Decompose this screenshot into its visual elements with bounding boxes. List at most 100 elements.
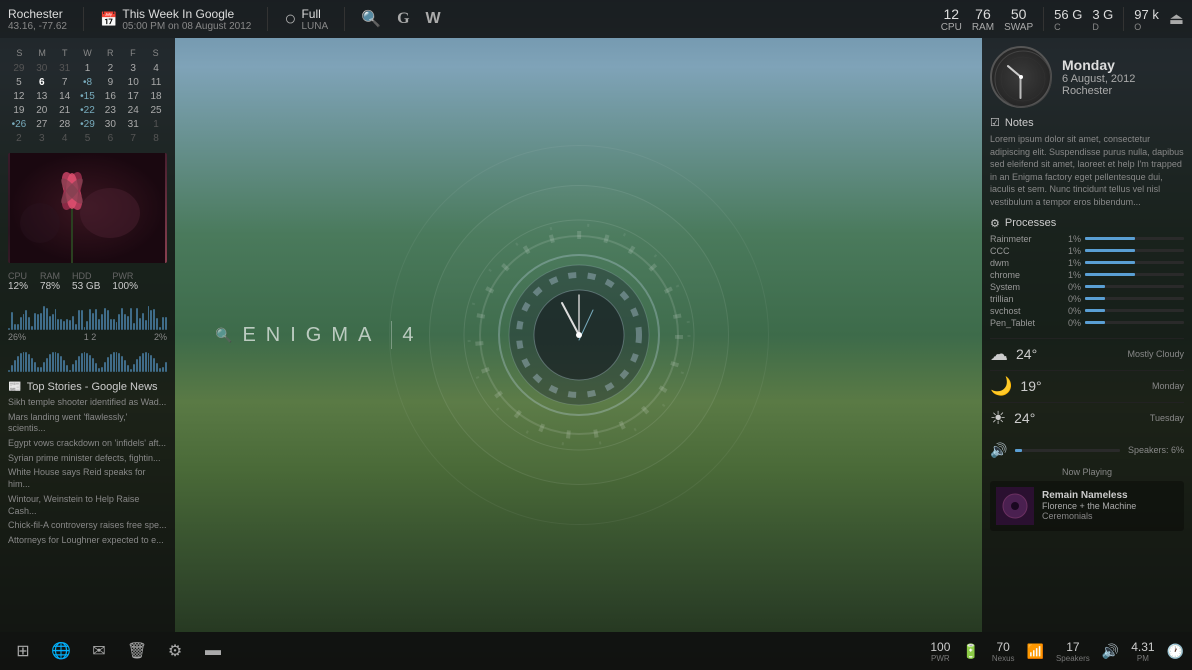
ram-stat: RAM 78%: [40, 271, 60, 292]
volume-bar[interactable]: [1015, 449, 1120, 452]
now-playing-label: Now Playing: [990, 467, 1184, 477]
news-item[interactable]: Egypt vows crackdown on 'infidels' aft..…: [8, 438, 167, 450]
wave-bar: [107, 310, 109, 330]
wave-bar: [89, 355, 91, 372]
wave-bar: [159, 327, 161, 330]
eject-icon[interactable]: ⏏: [1169, 9, 1184, 29]
wave-bar: [113, 319, 115, 330]
start-button[interactable]: ⊞: [8, 636, 38, 666]
news-item[interactable]: Attorneys for Loughner expected to e...: [8, 535, 167, 547]
volume-taskbar-icon: 🔊: [1102, 643, 1119, 660]
process-row: CCC 1%: [990, 246, 1184, 256]
wave-bar: [11, 365, 13, 372]
wave-bar: [23, 314, 25, 330]
wikipedia-icon[interactable]: W: [426, 10, 441, 28]
moon-icon: ○: [284, 8, 296, 31]
news-item[interactable]: Syrian prime minister defects, fightin..…: [8, 453, 167, 465]
notes-icon: ☑: [990, 116, 1000, 129]
wave-bar: [104, 308, 106, 330]
process-row: System 0%: [990, 282, 1184, 292]
process-name: dwm: [990, 258, 1055, 268]
location-widget: Rochester 43.16, -77.62: [8, 7, 67, 32]
news-item[interactable]: Wintour, Weinstein to Help Raise Cash...: [8, 494, 167, 517]
wallet-button[interactable]: ▬: [198, 636, 228, 666]
wave-bar: [124, 360, 126, 372]
clock-date: 6 August, 2012: [1062, 73, 1135, 85]
wave-bar: [130, 308, 132, 330]
wave-bar: [43, 362, 45, 372]
wave-bar: [153, 358, 155, 372]
coords: 43.16, -77.62: [8, 21, 67, 32]
wave-bar: [63, 360, 65, 372]
now-playing-widget: Remain Nameless Florence + the Machine C…: [990, 481, 1184, 531]
waveform-bars: [8, 300, 167, 330]
wave-bar: [95, 309, 97, 330]
wave-bar: [110, 319, 112, 330]
news-item[interactable]: Sikh temple shooter identified as Wad...: [8, 397, 167, 409]
wave-bar: [60, 319, 62, 330]
process-bar-fill: [1085, 249, 1135, 252]
analog-clock: [990, 46, 1052, 108]
email-button[interactable]: ✉: [84, 636, 114, 666]
wave-bar: [57, 319, 59, 330]
wave-bar: [136, 359, 138, 372]
news-item[interactable]: White House says Reid speaks for him...: [8, 467, 167, 490]
disk-nums: 1 2: [84, 332, 97, 342]
wave-bar: [52, 314, 54, 330]
wave-bar: [60, 356, 62, 372]
search-tools: 🔍 G W: [361, 9, 440, 29]
wave-bar: [31, 358, 33, 372]
taskbar-right: 100 PWR 🔋 70 Nexus 📶 17 Speakers 🔊 4.31 …: [930, 640, 1184, 663]
wave-bar: [66, 319, 68, 330]
wave-bar: [95, 363, 97, 372]
wave-bar: [28, 317, 30, 330]
browser-button[interactable]: 🌐: [46, 636, 76, 666]
wave-bar: [49, 354, 51, 372]
weather-temp: 24°: [1014, 410, 1035, 426]
moon-phase: Full: [301, 7, 328, 21]
taskbar: ⊞ 🌐 ✉ 🗑 ⚙ ▬ 100 PWR 🔋 70 Nexus 📶 17 Spea…: [0, 632, 1192, 670]
wave-bar: [113, 352, 115, 372]
settings-button[interactable]: ⚙: [160, 636, 190, 666]
weather-temp: 24°: [1016, 346, 1037, 362]
nexus-taskbar: 70 Nexus: [992, 640, 1015, 663]
trash-button[interactable]: 🗑: [122, 636, 152, 666]
wave-bar: [81, 310, 83, 330]
speakers-taskbar: 17 Speakers: [1056, 640, 1090, 663]
clock-info: Monday 6 August, 2012 Rochester: [1062, 57, 1135, 97]
calendar-widget: 📅 This Week In Google 05:00 PM on 08 Aug…: [100, 7, 251, 32]
wave-bar: [55, 309, 57, 331]
wave-bar: [92, 313, 94, 330]
news-item[interactable]: Mars landing went 'flawlessly,' scientis…: [8, 412, 167, 435]
process-bar-fill: [1085, 261, 1135, 264]
weather-widget: ☁ 24° Mostly Cloudy 🌙 19° Monday ☀ 24° T…: [990, 338, 1184, 434]
wave-bar: [25, 352, 27, 372]
ram-metric: 76 RAM: [972, 6, 994, 33]
google-icon[interactable]: G: [397, 10, 409, 28]
wave-bar: [142, 353, 144, 372]
wave-bar: [40, 367, 42, 372]
wave-bar: [110, 354, 112, 372]
process-row: chrome 1%: [990, 270, 1184, 280]
wave-bar: [8, 328, 10, 330]
wave-bar: [150, 310, 152, 330]
track-info: Remain Nameless Florence + the Machine C…: [1042, 490, 1136, 521]
wave-bar: [133, 364, 135, 372]
process-row: trillian 0%: [990, 294, 1184, 304]
process-name: svchost: [990, 306, 1055, 316]
sep4: [1043, 7, 1044, 31]
processes-widget: ⚙ Processes Rainmeter 1% CCC 1% dwm 1% c…: [990, 217, 1184, 330]
wave-bar: [156, 318, 158, 330]
news-item[interactable]: Chick-fil-A controversy raises free spe.…: [8, 520, 167, 532]
wave-bar: [133, 323, 135, 330]
wave-bar: [118, 314, 120, 330]
notes-widget: ☑ Notes Lorem ipsum dolor sit amet, cons…: [990, 116, 1184, 209]
notes-title: ☑ Notes: [990, 116, 1184, 129]
news-section: 📰 Top Stories - Google News Sikh temple …: [8, 380, 167, 622]
process-bar: [1085, 321, 1184, 324]
wave-bar: [75, 360, 77, 372]
search-magnifier-icon[interactable]: 🔍: [361, 9, 381, 29]
wave-bar: [40, 313, 42, 330]
process-bar-fill: [1085, 285, 1105, 288]
wave-bar: [17, 324, 19, 330]
